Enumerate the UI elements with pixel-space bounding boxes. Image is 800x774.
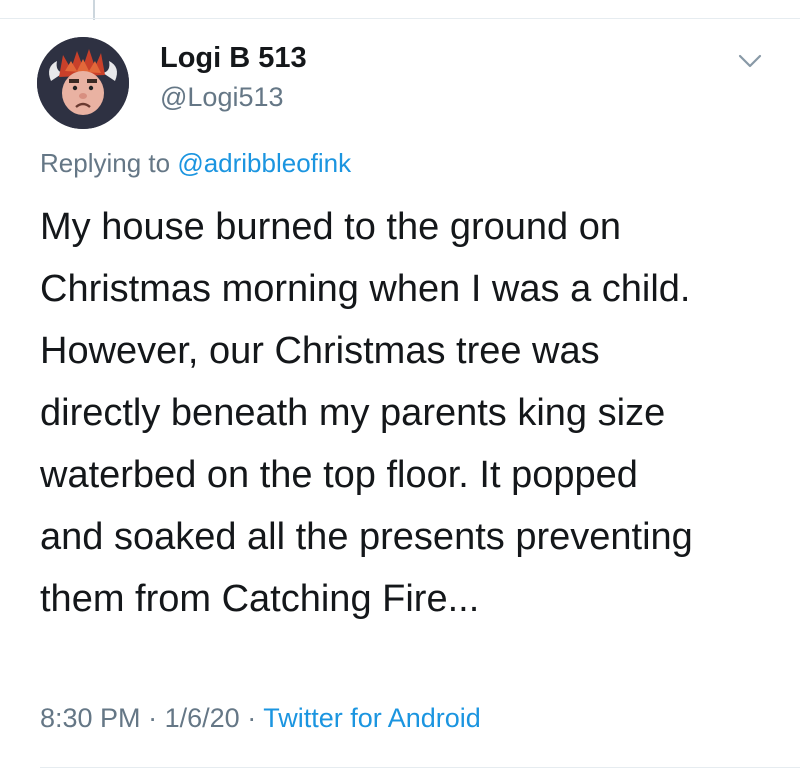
meta-separator: · [148, 703, 158, 733]
replying-to-label: Replying to [40, 148, 171, 178]
tweet-source-link[interactable]: Twitter for Android [263, 703, 481, 733]
tweet-text-line: directly beneath my parents king size [40, 392, 666, 434]
replying-to: Replying to @adribbleofink [40, 148, 351, 179]
thread-connector-line [93, 0, 95, 20]
tweet-date[interactable]: 1/6/20 [165, 703, 240, 733]
bottom-divider [40, 767, 800, 768]
author-handle[interactable]: @Logi513 [160, 82, 284, 113]
cartoon-face-avatar-icon [37, 37, 129, 129]
tweet-text-line: waterbed on the top floor. It popped [40, 454, 638, 496]
tweet-text-line: Christmas morning when I was a child. [40, 268, 691, 310]
top-divider [0, 18, 800, 19]
tweet-metadata: 8:30 PM · 1/6/20 · Twitter for Android [40, 703, 481, 734]
chevron-down-icon[interactable] [735, 50, 765, 72]
tweet-text: My house burned to the ground on Christm… [40, 196, 785, 630]
avatar[interactable] [37, 37, 129, 129]
tweet-text-line: and soaked all the presents preventing [40, 516, 693, 558]
author-display-name[interactable]: Logi B 513 [160, 42, 307, 75]
reply-mention-link[interactable]: @adribbleofink [177, 148, 351, 178]
tweet-text-line: However, our Christmas tree was [40, 330, 600, 372]
tweet-time[interactable]: 8:30 PM [40, 703, 141, 733]
tweet-text-line: them from Catching Fire... [40, 578, 480, 620]
meta-separator: · [247, 703, 257, 733]
tweet-text-line: My house burned to the ground on [40, 206, 621, 248]
